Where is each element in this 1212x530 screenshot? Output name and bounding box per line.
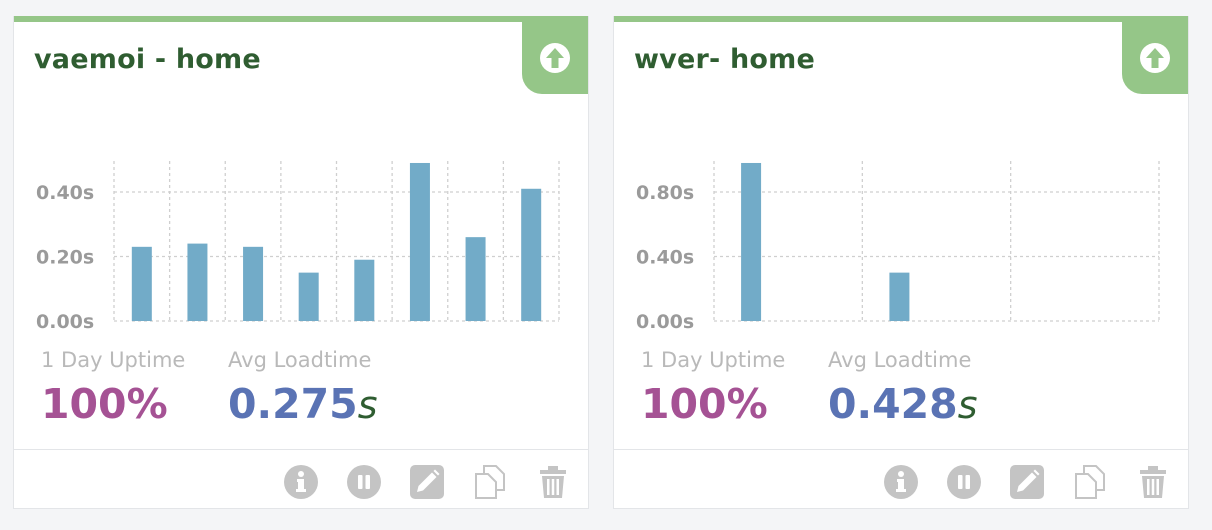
card-actions <box>614 449 1188 510</box>
delete-icon[interactable] <box>535 464 571 500</box>
y-tick-label: 0.00s <box>36 311 94 333</box>
monitor-card: vaemoi - home 0.00s 0.20s 0.40s 1 Day Upti… <box>13 16 589 509</box>
monitor-card: wver- home 0.00s 0.40s 0.80s 1 Day Uptime … <box>613 16 1189 509</box>
chart-bar[interactable] <box>131 246 152 321</box>
duplicate-icon[interactable] <box>1072 464 1108 500</box>
loadtime-value: 0.275s <box>228 380 378 428</box>
edit-icon[interactable] <box>1009 464 1045 500</box>
chart-bar[interactable] <box>298 272 319 321</box>
y-tick-label: 0.40s <box>636 247 694 269</box>
loadtime-number: 0.428 <box>828 380 958 428</box>
pause-icon[interactable] <box>946 464 982 500</box>
y-tick-label: 0.00s <box>636 311 694 333</box>
uptime-label: 1 Day Uptime <box>41 348 186 372</box>
loadtime-chart: 0.00s 0.20s 0.40s <box>36 161 560 333</box>
delete-icon[interactable] <box>1135 464 1171 500</box>
chart-bar[interactable] <box>409 162 430 321</box>
edit-icon[interactable] <box>409 464 445 500</box>
monitor-dashboard: vaemoi - home 0.00s 0.20s 0.40s 1 Day Upti… <box>0 0 1212 530</box>
y-tick-label: 0.20s <box>36 247 94 269</box>
chart-bar[interactable] <box>354 259 375 321</box>
card-actions <box>14 449 588 510</box>
duplicate-icon[interactable] <box>472 464 508 500</box>
y-tick-label: 0.40s <box>36 182 94 204</box>
loadtime-unit: s <box>357 383 378 427</box>
uptime-value: 100% <box>641 380 768 428</box>
loadtime-unit: s <box>957 383 978 427</box>
loadtime-chart: 0.00s 0.40s 0.80s <box>636 161 1160 333</box>
up-arrow-circle-icon <box>540 43 570 73</box>
monitor-title[interactable]: vaemoi - home <box>34 44 261 75</box>
status-bar <box>14 16 588 22</box>
info-icon[interactable] <box>883 464 919 500</box>
loadtime-number: 0.275 <box>228 380 358 428</box>
status-indicator <box>522 22 588 94</box>
y-tick-label: 0.80s <box>636 182 694 204</box>
uptime-value: 100% <box>41 380 168 428</box>
pause-icon[interactable] <box>346 464 382 500</box>
status-indicator <box>1122 22 1188 94</box>
chart-bar[interactable] <box>187 243 208 321</box>
loadtime-label: Avg Loadtime <box>228 348 372 372</box>
loadtime-value: 0.428s <box>828 380 978 428</box>
chart-bar[interactable] <box>521 188 542 321</box>
uptime-label: 1 Day Uptime <box>641 348 786 372</box>
chart-bar[interactable] <box>243 246 264 321</box>
chart-bar[interactable] <box>741 162 762 321</box>
up-arrow-circle-icon <box>1140 43 1170 73</box>
status-bar <box>614 16 1188 22</box>
monitor-title[interactable]: wver- home <box>634 44 815 75</box>
chart-bar[interactable] <box>465 237 486 321</box>
loadtime-label: Avg Loadtime <box>828 348 972 372</box>
chart-bar[interactable] <box>889 272 910 321</box>
info-icon[interactable] <box>283 464 319 500</box>
